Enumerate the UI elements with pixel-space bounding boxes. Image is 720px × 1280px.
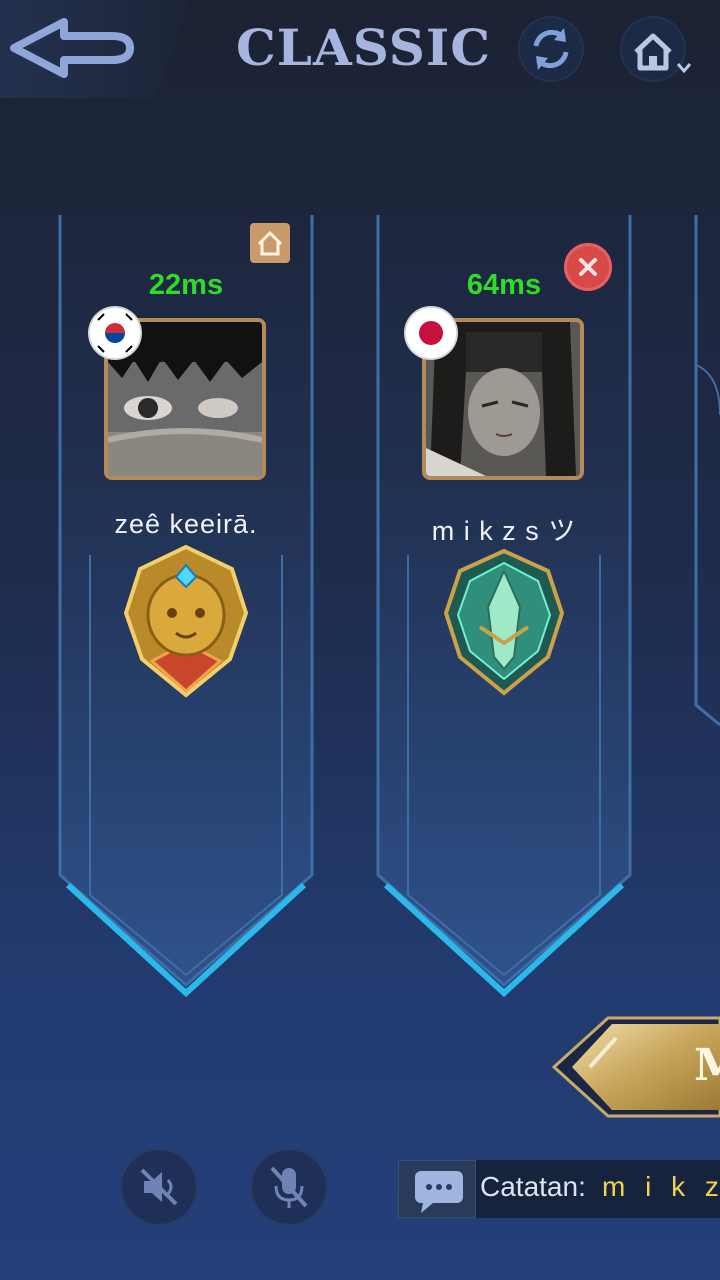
refresh-icon	[533, 28, 569, 70]
player-slot-3[interactable]	[690, 215, 720, 735]
player-name: m i k z s ツ	[431, 516, 577, 546]
home-dropdown-icon	[634, 33, 692, 74]
player-ping: 22ms	[148, 269, 224, 301]
speaker-toggle-button[interactable]	[120, 1148, 198, 1226]
rank-emblem-icon	[443, 548, 565, 696]
player-ping: 64ms	[466, 269, 542, 301]
player-slot-1[interactable]: 22ms zeê keeirā.	[54, 215, 318, 1005]
room-host-badge	[250, 223, 290, 263]
mic-toggle-button[interactable]	[250, 1148, 328, 1226]
japan-flag-icon	[406, 308, 456, 358]
player-name: zeê keeirā.	[114, 509, 258, 539]
refresh-button[interactable]	[518, 16, 584, 82]
back-arrow-icon	[10, 18, 134, 78]
chat-prefix: Catatan:	[480, 1171, 586, 1202]
mic-muted-icon	[270, 1166, 308, 1208]
home-icon	[257, 230, 283, 256]
start-button-label: M	[694, 1040, 720, 1091]
player-slot-2[interactable]: 64ms m i k z s ツ	[372, 215, 636, 1005]
rank-emblem-icon	[123, 544, 249, 698]
back-button[interactable]	[0, 0, 190, 98]
chat-bubble-icon	[415, 1171, 463, 1213]
country-flag-japan	[406, 308, 456, 358]
chat-button[interactable]	[398, 1160, 476, 1218]
speaker-muted-icon	[140, 1168, 178, 1206]
korea-flag-icon	[90, 308, 140, 358]
country-flag-korea	[90, 308, 140, 358]
chat-sender-name: m i k z	[602, 1171, 720, 1202]
home-menu-button[interactable]	[620, 16, 692, 82]
page-title: CLASSIC	[236, 18, 492, 77]
jade-rank-emblem	[440, 547, 568, 702]
slot-frame	[694, 215, 720, 727]
gold-lion-rank-emblem	[120, 543, 252, 704]
